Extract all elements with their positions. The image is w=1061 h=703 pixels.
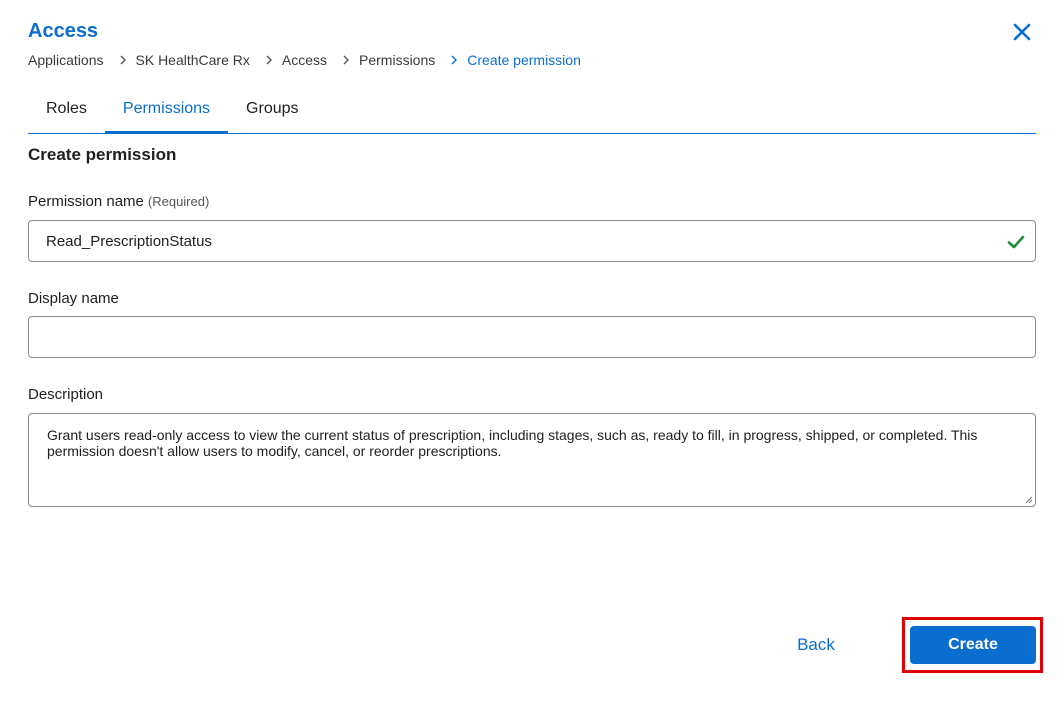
tab-bar: Roles Permissions Groups: [28, 88, 1036, 134]
breadcrumb-create-permission: Create permission: [467, 52, 581, 68]
page-title: Access: [28, 20, 99, 42]
permission-name-label: Permission name (Required): [28, 193, 209, 210]
section-title: Create permission: [28, 145, 177, 164]
description-label: Description: [28, 386, 104, 403]
chevron-right-icon: [266, 55, 272, 65]
checkmark-icon: [1007, 235, 1025, 249]
chevron-right-icon: [451, 55, 458, 65]
permission-name-field: [28, 220, 1036, 262]
create-permission-page: Access Applications SK HealthCare Rx Acc…: [0, 0, 1061, 703]
close-button[interactable]: [1008, 18, 1036, 46]
required-indicator: (Required): [147, 194, 210, 209]
chevron-right-icon: [120, 55, 126, 65]
resize-handle-icon[interactable]: [1024, 495, 1033, 504]
breadcrumb-sk-healthcare-rx[interactable]: SK HealthCare Rx: [136, 52, 250, 68]
permission-name-input[interactable]: [29, 221, 1035, 261]
close-icon: [1013, 23, 1031, 41]
tab-groups[interactable]: Groups: [228, 88, 316, 133]
breadcrumb-permissions[interactable]: Permissions: [359, 52, 435, 68]
description-field: Grant users read-only access to view the…: [28, 413, 1036, 507]
back-button[interactable]: Back: [780, 628, 852, 662]
tab-permissions[interactable]: Permissions: [104, 88, 229, 134]
display-name-label: Display name: [28, 290, 119, 307]
permission-name-label-text: Permission name: [28, 193, 144, 210]
create-button[interactable]: Create: [910, 626, 1036, 664]
breadcrumb-applications[interactable]: Applications: [28, 52, 104, 68]
tab-roles[interactable]: Roles: [28, 88, 105, 133]
display-name-field: [28, 316, 1036, 358]
chevron-right-icon: [343, 55, 350, 65]
breadcrumb-access[interactable]: Access: [282, 52, 327, 68]
breadcrumb: Applications SK HealthCare Rx Access Per…: [28, 52, 581, 68]
description-textarea[interactable]: Grant users read-only access to view the…: [29, 414, 1035, 506]
display-name-input[interactable]: [29, 317, 1035, 357]
